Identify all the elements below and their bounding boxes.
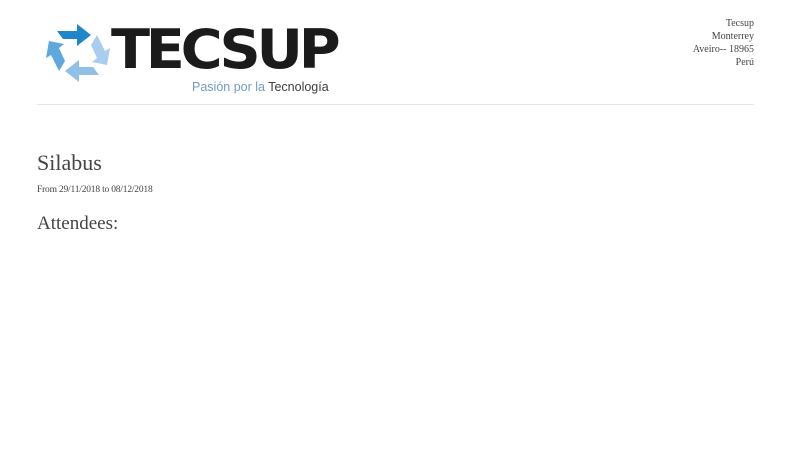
company-address: Tecsup Monterrey Aveiro-- 18965 Perú [693,17,754,69]
recycle-arrows-logo-icon [46,24,110,82]
address-line-city: Monterrey [711,31,754,42]
date-range: From 29/11/2018 to 08/12/2018 [37,185,153,195]
address-line-street: Aveiro-- 18965 [692,44,754,55]
address-line-country: Perú [735,57,754,68]
logo-tagline: Pasión por la Tecnología [192,80,329,95]
logo-tagline-part1: Pasión por la [192,80,265,94]
address-line-company: Tecsup [725,18,754,29]
company-logo: TECSUP Pasión por la Tecnología [43,17,341,97]
attendees-heading: Attendees: [37,213,119,234]
logo-wordmark: TECSUP [111,18,341,81]
document-title: Silabus [37,150,102,175]
logo-tagline-part2: Tecnología [268,80,329,94]
document-header: TECSUP Pasión por la Tecnología Tecsup M… [37,0,754,105]
